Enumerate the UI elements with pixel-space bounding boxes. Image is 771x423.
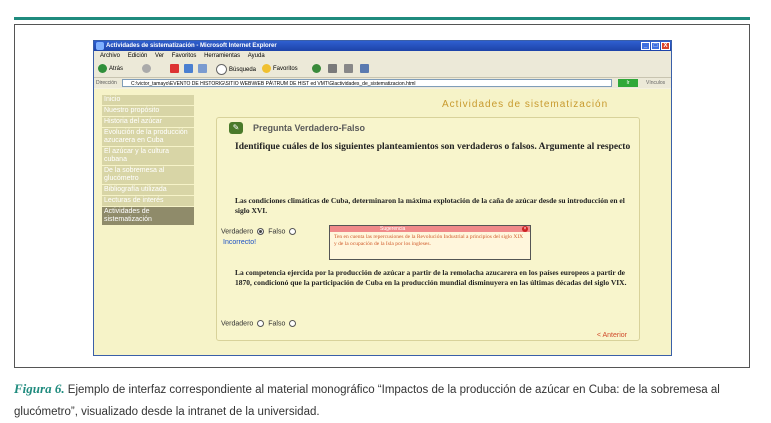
home-button[interactable] (198, 64, 209, 74)
star-icon (262, 64, 271, 73)
caption-label: Figura 6. (14, 381, 65, 396)
back-arrow-icon (98, 64, 107, 73)
true-radio-2[interactable] (257, 320, 265, 327)
stop-icon (170, 64, 179, 73)
browser-window: Actividades de sistematización - Microso… (93, 40, 672, 356)
sidebar-nav: Inicio Nuestro propósito Historia del az… (102, 95, 194, 226)
media-icon (312, 64, 321, 73)
back-label: Atrás (109, 66, 124, 73)
ie-icon (96, 42, 104, 50)
question-type: Pregunta Verdadero-Falso (253, 123, 366, 133)
top-rule (14, 17, 750, 20)
mail-button[interactable] (328, 64, 339, 74)
address-field[interactable]: C:\victor_tamayo\EVENTO DE HISTORIG\SITI… (122, 79, 612, 87)
true-label: Verdadero (221, 228, 254, 236)
sidebar-item-inicio[interactable]: Inicio (102, 95, 194, 105)
back-button[interactable]: Atrás (98, 64, 123, 74)
favorites-label: Favoritos (273, 66, 298, 73)
search-button[interactable]: Búsqueda (216, 64, 257, 75)
print-button[interactable] (344, 64, 355, 74)
print-icon (344, 64, 353, 73)
question-panel: ✎ Pregunta Verdadero-Falso Identifique c… (216, 117, 640, 341)
menu-edicion[interactable]: Edición (128, 53, 148, 59)
true-label-2: Verdadero (221, 320, 254, 328)
answer-1: Verdadero Falso (221, 228, 298, 235)
sidebar-item-proposito[interactable]: Nuestro propósito (102, 106, 194, 116)
false-radio-1[interactable] (289, 228, 297, 235)
previous-link[interactable]: < Anterior (597, 332, 627, 339)
true-radio-1[interactable] (257, 228, 265, 235)
close-button[interactable]: X (661, 42, 670, 50)
minimize-button[interactable]: _ (641, 42, 650, 50)
menu-ver[interactable]: Ver (155, 53, 164, 59)
favorites-button[interactable]: Favoritos (262, 64, 298, 74)
menu-ayuda[interactable]: Ayuda (248, 53, 265, 59)
maximize-button[interactable]: □ (651, 42, 660, 50)
forward-arrow-icon (142, 64, 151, 73)
sidebar-item-lecturas[interactable]: Lecturas de interés (102, 196, 194, 206)
page-content: Actividades de sistematización Inicio Nu… (94, 89, 671, 355)
hint-text: Ten en cuenta las repercusiones de la Re… (334, 234, 524, 247)
refresh-button[interactable] (184, 64, 195, 74)
go-button[interactable]: Ir (618, 79, 638, 87)
sidebar-item-sobremesa[interactable]: De la sobremesa al glucómetro (102, 166, 194, 184)
instruction: Identifique cuáles de los siguientes pla… (235, 142, 631, 152)
menu-favoritos[interactable]: Favoritos (172, 53, 197, 59)
question-icon: ✎ (229, 122, 243, 134)
forward-button[interactable] (142, 64, 153, 74)
refresh-icon (184, 64, 193, 73)
answer-2: Verdadero Falso (221, 320, 298, 327)
search-icon (216, 64, 227, 75)
sidebar-item-actividades[interactable]: Actividades de sistematización (102, 207, 194, 225)
window-title: Actividades de sistematización - Microso… (106, 43, 277, 49)
mail-icon (328, 64, 337, 73)
figure-caption: Figura 6. Ejemplo de interfaz correspond… (14, 378, 754, 423)
menu-bar: Archivo Edición Ver Favoritos Herramient… (94, 51, 671, 61)
caption-text: Ejemplo de interfaz correspondiente al m… (14, 384, 720, 418)
home-icon (198, 64, 207, 73)
address-label: Dirección (96, 80, 117, 86)
edit-icon (360, 64, 369, 73)
toolbar: Atrás Búsqueda Favoritos (94, 61, 671, 78)
false-radio-2[interactable] (289, 320, 297, 327)
title-bar: Actividades de sistematización - Microso… (94, 41, 671, 51)
sidebar-item-evolucion[interactable]: Evolución de la producción azucarera en … (102, 128, 194, 146)
links-label[interactable]: Vínculos (646, 78, 665, 88)
address-bar: Dirección C:\victor_tamayo\EVENTO DE HIS… (94, 78, 671, 88)
hint-popup: Sugerencia × Ten en cuenta las repercusi… (329, 225, 531, 260)
question-2: La competencia ejercida por la producció… (235, 268, 627, 287)
close-hint-icon[interactable]: × (522, 226, 528, 232)
false-label: Falso (268, 228, 286, 236)
stop-button[interactable] (170, 64, 181, 74)
edit-button[interactable] (360, 64, 371, 74)
question-1: Las condiciones climáticas de Cuba, dete… (235, 196, 625, 215)
search-label: Búsqueda (229, 67, 257, 74)
incorrect-feedback: Incorrecto! (223, 239, 257, 246)
sidebar-item-cultura[interactable]: El azúcar y la cultura cubana (102, 147, 194, 165)
sidebar-item-historia[interactable]: Historia del azúcar (102, 117, 194, 127)
media-button[interactable] (312, 64, 323, 74)
false-label-2: Falso (268, 320, 286, 328)
menu-archivo[interactable]: Archivo (100, 53, 120, 59)
menu-herramientas[interactable]: Herramientas (204, 53, 240, 59)
sidebar-item-bibliografia[interactable]: Bibliografía utilizada (102, 185, 194, 195)
page-header: Actividades de sistematización (442, 99, 609, 110)
